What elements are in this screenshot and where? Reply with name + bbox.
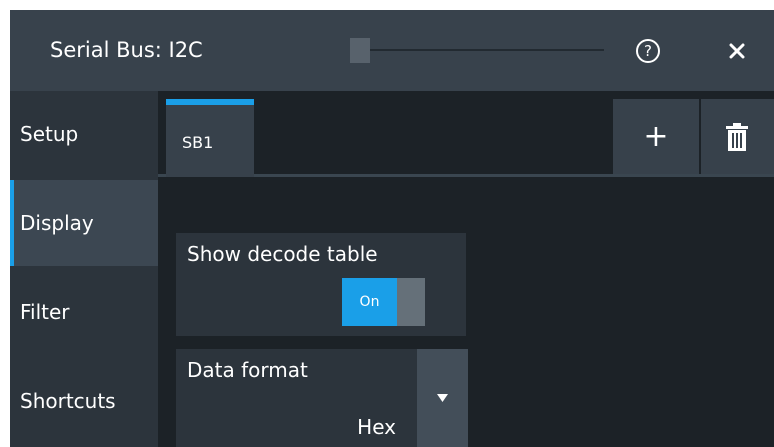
slider-track[interactable] (350, 49, 604, 51)
sidebar-item-filter[interactable]: Filter (10, 269, 158, 355)
slider-thumb[interactable] (350, 38, 370, 63)
help-circle-icon: ? (636, 39, 660, 63)
sidebar-item-label: Filter (20, 300, 70, 324)
sidebar: Setup Display Filter Shortcuts (10, 91, 158, 447)
toggle-state-label: On (359, 294, 380, 310)
decode-table-toggle[interactable]: On (342, 278, 425, 326)
transparency-slider[interactable] (350, 38, 604, 63)
close-button[interactable] (719, 33, 755, 69)
tab-label: SB1 (182, 133, 214, 152)
toggle-knob[interactable] (397, 278, 425, 326)
decode-table-label: Show decode table (187, 242, 378, 266)
data-format-value: Hex (357, 415, 396, 439)
dialog-title: Serial Bus: I2C (50, 38, 203, 62)
add-bus-button[interactable]: + (613, 99, 699, 174)
data-format-select[interactable]: Data format Hex (176, 349, 414, 447)
tab-bar: SB1 + (158, 91, 774, 177)
tab-sb1[interactable]: SB1 (166, 99, 254, 177)
trash-icon (726, 123, 748, 151)
data-format-dropdown-button[interactable] (417, 349, 468, 447)
sidebar-item-shortcuts[interactable]: Shortcuts (10, 358, 158, 444)
dropdown-arrow-icon (437, 394, 448, 402)
main-panel: SB1 + Show decode table On Data format H… (158, 91, 774, 447)
close-icon (729, 43, 745, 59)
dialog-header: Serial Bus: I2C ? (10, 10, 774, 91)
data-format-card: Data format Hex (176, 349, 468, 447)
data-format-label: Data format (187, 358, 308, 382)
decode-table-card: Show decode table On (176, 233, 466, 336)
sidebar-item-label: Setup (20, 122, 79, 146)
sidebar-item-label: Display (20, 211, 94, 235)
sidebar-item-setup[interactable]: Setup (10, 91, 158, 177)
sidebar-item-display[interactable]: Display (10, 180, 158, 266)
help-button[interactable]: ? (630, 33, 666, 69)
plus-icon: + (643, 119, 669, 154)
sidebar-item-label: Shortcuts (20, 389, 116, 413)
serial-bus-dialog: Serial Bus: I2C ? Setup Display Filter S… (10, 10, 774, 447)
delete-bus-button[interactable] (701, 99, 774, 174)
